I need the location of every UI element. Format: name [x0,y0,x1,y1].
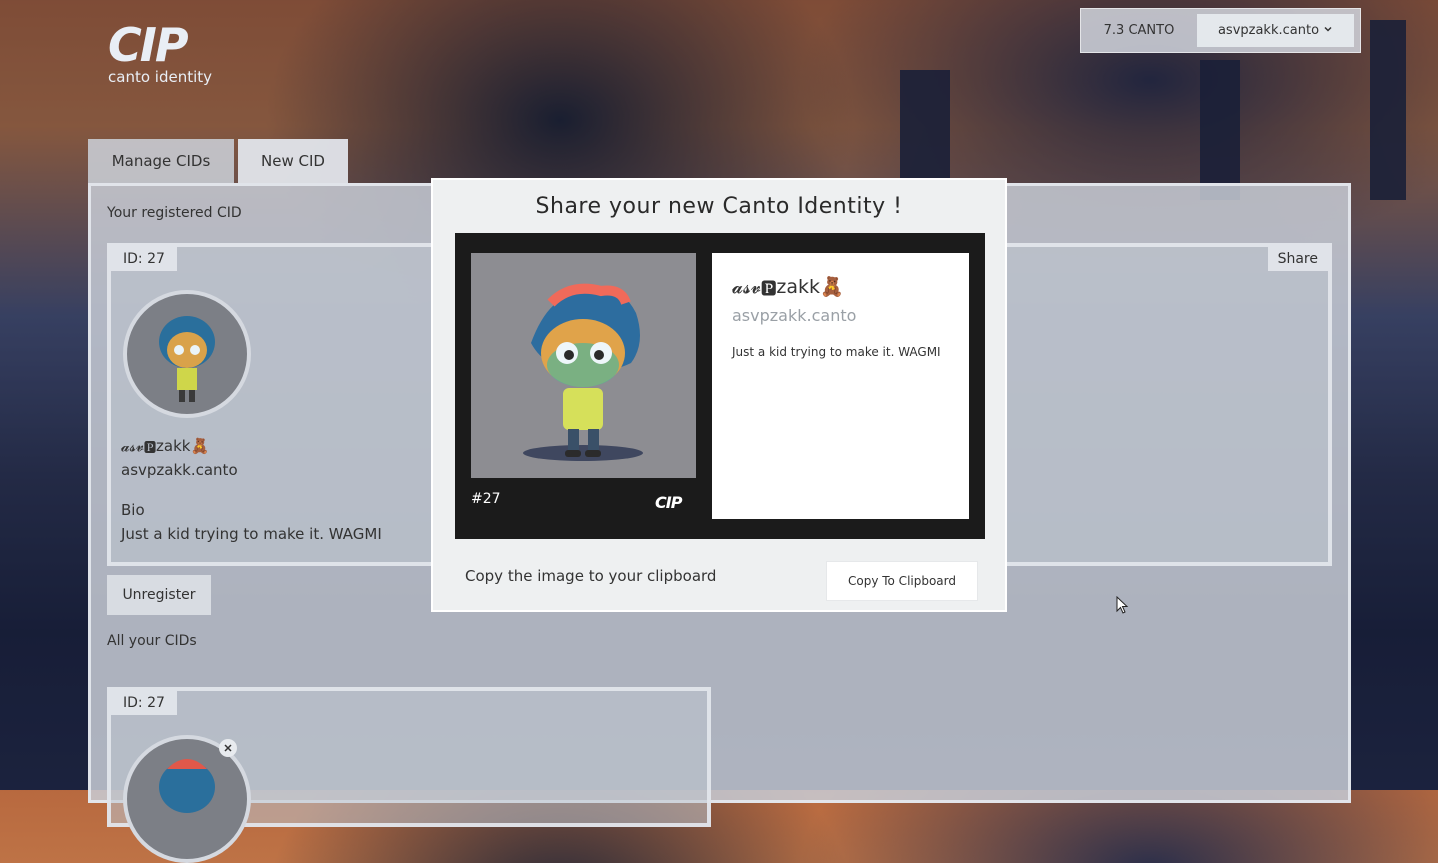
registered-cid-heading: Your registered CID [107,205,242,221]
bio-text: Just a kid trying to make it. WAGMI [121,525,382,543]
card-display-name: 𝓪𝓼𝓿🅿zakk🧸 [732,276,844,298]
card-logo: CIP [655,493,682,512]
share-button[interactable]: Share [1267,247,1328,271]
logo-subtitle: canto identity [108,68,213,86]
card-number: #27 [471,491,501,507]
display-name: 𝓪𝓼𝓿🅿zakk🧸 [121,437,210,455]
nft-image [471,253,696,478]
wallet-balance: 7.3 CANTO [1103,23,1175,38]
cid-id-tag: ID: 27 [111,247,177,271]
cip-logo[interactable]: CIP canto identity [108,22,226,90]
wallet-widget: 7.3 CANTO asvpzakk.canto [1080,8,1361,53]
account-dropdown[interactable]: asvpzakk.canto [1197,14,1354,47]
tab-new-cid[interactable]: New CID [238,139,348,183]
mouse-cursor-icon [1116,595,1130,620]
tab-manage-cids[interactable]: Manage CIDs [88,139,234,183]
cid-id-tag: ID: 27 [111,691,177,715]
card-handle: asvpzakk.canto [732,306,857,325]
share-modal: Share your new Canto Identity ! #27 CIP … [431,178,1007,612]
modal-title: Share your new Canto Identity ! [535,194,903,219]
avatar [123,290,251,418]
bio-label: Bio [121,501,145,519]
logo-mark: CIP [108,18,189,72]
cid-card: ID: 27 [107,687,711,863]
all-cids-heading: All your CIDs [107,633,197,649]
close-icon[interactable] [219,739,237,757]
handle: asvpzakk.canto [121,461,238,479]
unregister-button[interactable]: Unregister [107,575,211,615]
card-info: 𝓪𝓼𝓿🅿zakk🧸 asvpzakk.canto Just a kid tryi… [712,253,969,519]
copy-instruction: Copy the image to your clipboard [465,567,717,585]
copy-to-clipboard-button[interactable]: Copy To Clipboard [827,562,977,600]
card-bio: Just a kid trying to make it. WAGMI [732,345,941,359]
share-card-image: #27 CIP 𝓪𝓼𝓿🅿zakk🧸 asvpzakk.canto Just a … [455,233,985,539]
tab-bar: Manage CIDs New CID [88,139,348,183]
account-name: asvpzakk.canto [1217,23,1320,38]
chevron-down-icon [1323,23,1333,38]
